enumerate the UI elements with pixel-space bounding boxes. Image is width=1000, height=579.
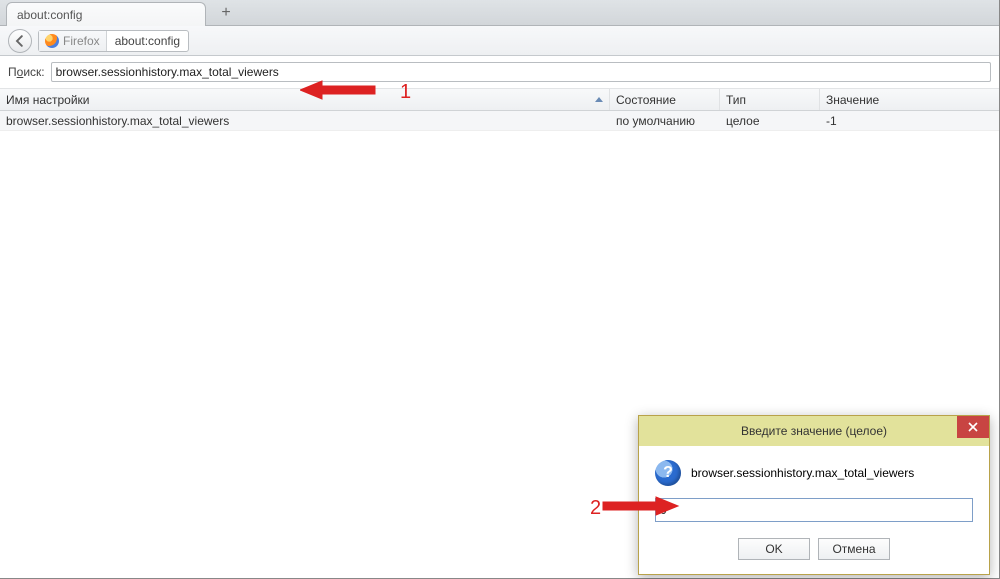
prompt-dialog: Введите значение (целое) ? browser.sessi… xyxy=(638,415,990,575)
tab-strip: about:config + xyxy=(0,0,999,26)
aboutconfig-search-row: Поиск: xyxy=(0,56,999,89)
identity-label: Firefox xyxy=(63,34,100,48)
firefox-icon xyxy=(45,34,59,48)
search-label: Поиск: xyxy=(8,65,45,79)
cell-state: по умолчанию xyxy=(610,111,720,130)
col-name[interactable]: Имя настройки xyxy=(0,89,610,110)
cancel-button[interactable]: Отмена xyxy=(818,538,890,560)
back-arrow-icon xyxy=(14,35,26,47)
col-type[interactable]: Тип xyxy=(720,89,820,110)
close-icon xyxy=(968,422,978,432)
cell-type: целое xyxy=(720,111,820,130)
dialog-close-button[interactable] xyxy=(957,416,989,438)
search-input[interactable] xyxy=(51,62,991,82)
pref-table-header: Имя настройки Состояние Тип Значение xyxy=(0,89,999,111)
url-text: about:config xyxy=(107,34,188,48)
dialog-title: Введите значение (целое) xyxy=(741,424,887,438)
ok-button[interactable]: OK xyxy=(738,538,810,560)
cell-name: browser.sessionhistory.max_total_viewers xyxy=(0,111,610,130)
dialog-titlebar: Введите значение (целое) xyxy=(639,416,989,446)
back-button[interactable] xyxy=(8,29,32,53)
pref-table-body: browser.sessionhistory.max_total_viewers… xyxy=(0,111,999,131)
identity-box[interactable]: Firefox xyxy=(39,31,107,51)
tab-title: about:config xyxy=(17,8,195,22)
table-row[interactable]: browser.sessionhistory.max_total_viewers… xyxy=(0,111,999,131)
nav-toolbar: Firefox about:config xyxy=(0,26,999,56)
dialog-input[interactable] xyxy=(655,498,973,522)
url-bar[interactable]: Firefox about:config xyxy=(38,30,189,52)
col-value[interactable]: Значение xyxy=(820,89,999,110)
col-state[interactable]: Состояние xyxy=(610,89,720,110)
svg-text:2: 2 xyxy=(590,497,601,519)
new-tab-button[interactable]: + xyxy=(212,3,240,23)
tab-active[interactable]: about:config xyxy=(6,2,206,26)
cell-value: -1 xyxy=(820,111,999,130)
question-icon: ? xyxy=(655,460,681,486)
dialog-label: browser.sessionhistory.max_total_viewers xyxy=(691,466,914,480)
